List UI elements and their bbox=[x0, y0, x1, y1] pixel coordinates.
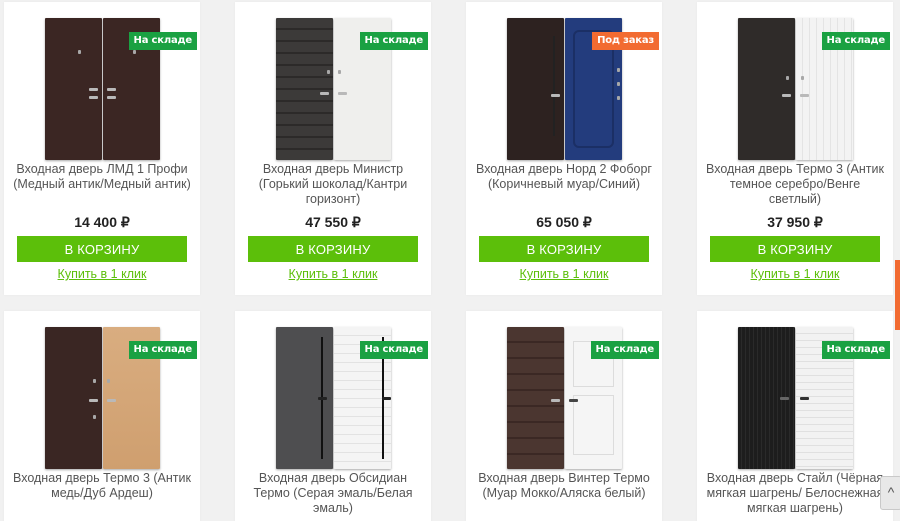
door-leaf-image bbox=[276, 18, 333, 160]
product-title[interactable]: Входная дверь Винтер Термо (Муар Мокко/А… bbox=[474, 471, 654, 501]
add-to-cart-button[interactable]: В КОРЗИНУ bbox=[479, 236, 649, 262]
stock-badge: На складе bbox=[590, 341, 659, 359]
product-title[interactable]: Входная дверь Термо 3 (Антик медь/Дуб Ар… bbox=[12, 471, 192, 501]
buy-one-click-link[interactable]: Купить в 1 клик bbox=[4, 267, 200, 281]
product-card: На складе Входная дверь Министр (Горький… bbox=[235, 2, 431, 295]
stock-badge: На складе bbox=[821, 341, 890, 359]
order-badge: Под заказ bbox=[592, 32, 659, 50]
product-title[interactable]: Входная дверь Министр (Горький шоколад/К… bbox=[243, 162, 423, 207]
product-title[interactable]: Входная дверь Стайл (Чёрная мягкая шагре… bbox=[705, 471, 885, 516]
product-title[interactable]: Входная дверь Термо 3 (Антик темное сере… bbox=[705, 162, 885, 207]
add-to-cart-button[interactable]: В КОРЗИНУ bbox=[710, 236, 880, 262]
stock-badge: На складе bbox=[821, 32, 890, 50]
product-card: На складе Входная дверь Стайл (Чёрная мя… bbox=[697, 311, 893, 521]
buy-one-click-link[interactable]: Купить в 1 клик bbox=[697, 267, 893, 281]
add-to-cart-button[interactable]: В КОРЗИНУ bbox=[248, 236, 418, 262]
buy-one-click-link[interactable]: Купить в 1 клик bbox=[235, 267, 431, 281]
door-leaf-image bbox=[507, 18, 564, 160]
product-card: На складе Входная дверь Винтер Термо (Му… bbox=[466, 311, 662, 521]
door-leaf-image bbox=[45, 327, 102, 469]
product-price: 14 400 ₽ bbox=[74, 214, 130, 230]
product-title[interactable]: Входная дверь Норд 2 Фоборг (Коричневый … bbox=[474, 162, 654, 192]
product-price: 65 050 ₽ bbox=[536, 214, 592, 230]
stock-badge: На складе bbox=[128, 32, 197, 50]
buy-one-click-link[interactable]: Купить в 1 клик bbox=[466, 267, 662, 281]
door-leaf-image bbox=[738, 327, 795, 469]
door-leaf-image bbox=[276, 327, 333, 469]
stock-badge: На складе bbox=[359, 341, 428, 359]
product-title[interactable]: Входная дверь ЛМД 1 Профи (Медный антик/… bbox=[12, 162, 192, 192]
product-card: На складе Входная дверь ЛМД 1 Профи (Мед… bbox=[4, 2, 200, 295]
product-price: 47 550 ₽ bbox=[305, 214, 361, 230]
product-card: На складе Входная дверь Термо 3 (Антик м… bbox=[4, 311, 200, 521]
product-price: 37 950 ₽ bbox=[767, 214, 823, 230]
door-leaf-image bbox=[738, 18, 795, 160]
product-card: На складе Входная дверь Термо 3 (Антик т… bbox=[697, 2, 893, 295]
door-leaf-image bbox=[45, 18, 102, 160]
side-widget-edge[interactable] bbox=[895, 260, 900, 330]
stock-badge: На складе bbox=[128, 341, 197, 359]
door-leaf-image bbox=[507, 327, 564, 469]
scroll-up-button[interactable]: ^ bbox=[880, 476, 900, 510]
add-to-cart-button[interactable]: В КОРЗИНУ bbox=[17, 236, 187, 262]
product-title[interactable]: Входная дверь Обсидиан Термо (Серая эмал… bbox=[243, 471, 423, 516]
product-card: На складе Входная дверь Обсидиан Термо (… bbox=[235, 311, 431, 521]
stock-badge: На складе bbox=[359, 32, 428, 50]
product-card: Под заказ Входная дверь Норд 2 Фоборг (К… bbox=[466, 2, 662, 295]
